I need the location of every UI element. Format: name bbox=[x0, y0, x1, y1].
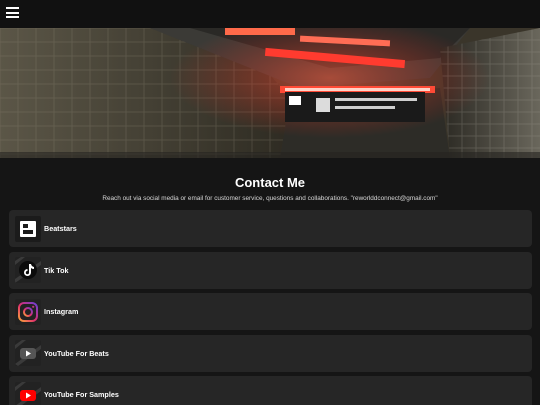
instagram-icon bbox=[15, 298, 41, 325]
beatstars-icon bbox=[15, 215, 41, 242]
hero-banner-image bbox=[0, 28, 540, 158]
link-instagram[interactable]: Instagram bbox=[9, 293, 532, 330]
top-bar bbox=[0, 0, 540, 28]
link-beatstars[interactable]: Beatstars bbox=[9, 210, 532, 247]
tiktok-icon bbox=[15, 257, 41, 283]
link-youtube-samples[interactable]: YouTube For Samples bbox=[9, 376, 532, 405]
link-list: Beatstars Tik Tok Instagram YouTube For … bbox=[9, 210, 532, 405]
link-label: YouTube For Beats bbox=[44, 348, 109, 358]
link-tiktok[interactable]: Tik Tok bbox=[9, 251, 532, 289]
link-label: Beatstars bbox=[44, 224, 77, 233]
link-label: YouTube For Samples bbox=[44, 390, 119, 399]
contact-subtitle: Reach out via social media or email for … bbox=[102, 195, 438, 202]
hamburger-menu-icon[interactable] bbox=[6, 7, 19, 18]
link-label: Instagram bbox=[44, 307, 79, 316]
youtube-icon bbox=[15, 340, 41, 366]
youtube-icon bbox=[15, 381, 41, 405]
contact-section: Contact Me Reach out via social media or… bbox=[0, 158, 540, 405]
page-title: Contact Me bbox=[234, 175, 306, 190]
link-youtube-beats[interactable]: YouTube For Beats bbox=[9, 334, 532, 372]
link-label: Tik Tok bbox=[44, 265, 69, 275]
